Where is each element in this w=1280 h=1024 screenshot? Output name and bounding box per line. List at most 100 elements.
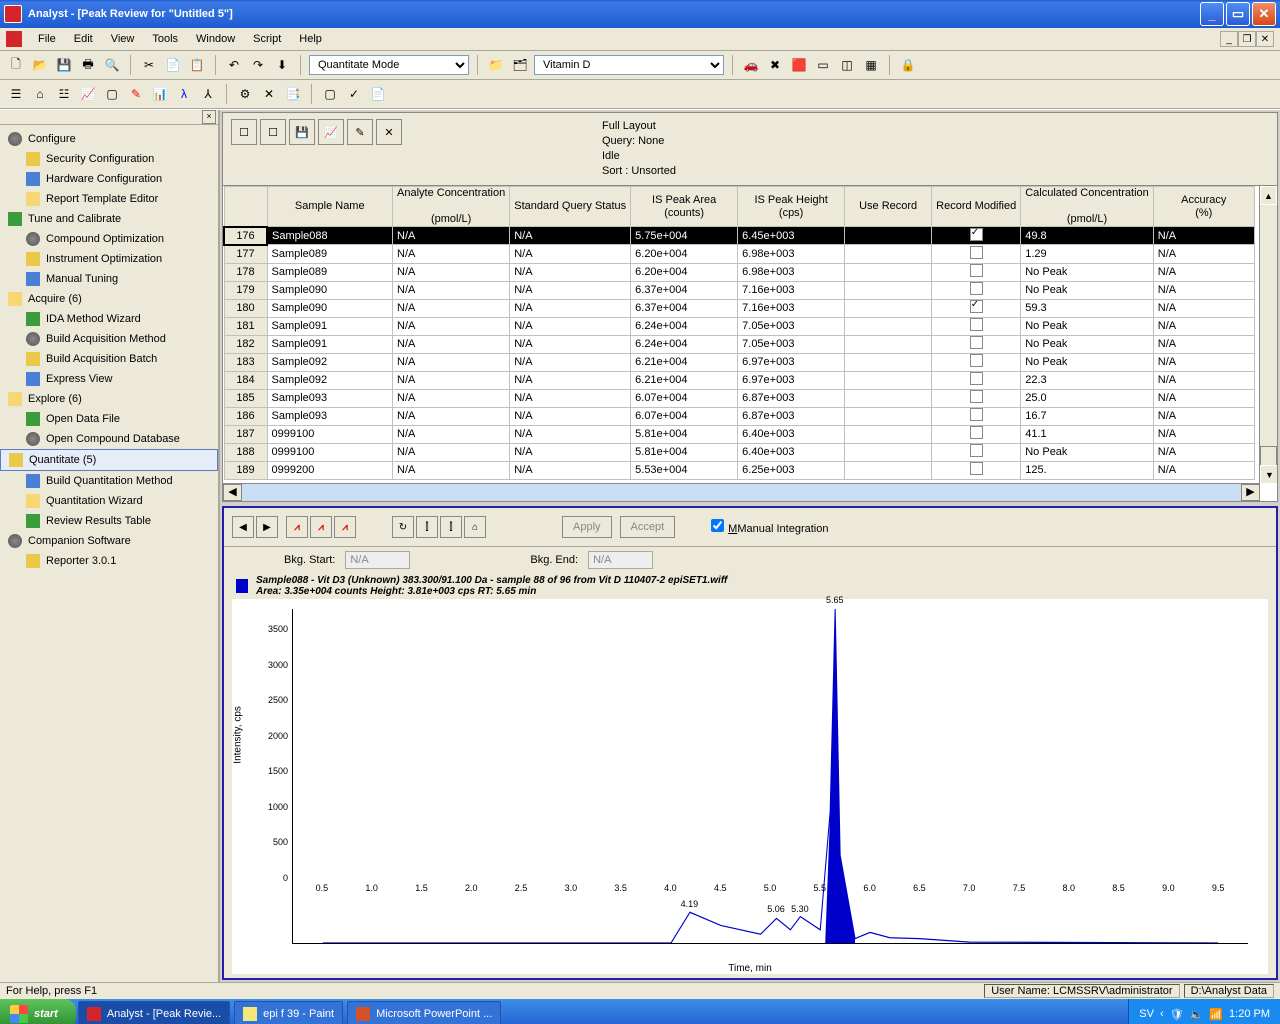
sb-btn9-icon[interactable]: ⅄ xyxy=(198,84,218,104)
tray-shield-icon[interactable]: 🛡 xyxy=(1170,1008,1184,1021)
system-tray[interactable]: SV ‹ 🛡 🔈 📶 1:20 PM xyxy=(1128,999,1280,1024)
preview-icon[interactable]: 🔍 xyxy=(102,55,122,75)
sidebar-item-quantitate-5-[interactable]: Quantitate (5) xyxy=(0,449,218,471)
redo-icon[interactable]: ↷ xyxy=(248,55,268,75)
mdi-minimize-button[interactable]: _ xyxy=(1220,31,1238,47)
record-modified-checkbox[interactable] xyxy=(970,300,983,313)
col-header[interactable] xyxy=(224,187,267,227)
col-header[interactable]: Standard Query Status xyxy=(510,187,631,227)
new-icon[interactable]: 🗋 xyxy=(6,55,26,75)
record-modified-checkbox[interactable] xyxy=(970,336,983,349)
record-modified-checkbox[interactable] xyxy=(970,372,983,385)
sb-btn8-icon[interactable]: λ xyxy=(174,84,194,104)
table-row[interactable]: 1880999100N/AN/A5.81e+0046.40e+003No Pea… xyxy=(224,443,1254,461)
table-row[interactable]: 185Sample093N/AN/A6.07e+0046.87e+00325.0… xyxy=(224,389,1254,407)
record-modified-checkbox[interactable] xyxy=(970,318,983,331)
apply-button[interactable]: Apply xyxy=(562,516,612,538)
record-modified-checkbox[interactable] xyxy=(970,354,983,367)
sidebar-item-open-data-file[interactable]: Open Data File xyxy=(0,409,218,429)
sidebar-item-build-acquisition-batch[interactable]: Build Acquisition Batch xyxy=(0,349,218,369)
vertical-scrollbar[interactable]: ▲ ▼ xyxy=(1259,186,1277,484)
save-icon[interactable]: 💾 xyxy=(54,55,74,75)
window-maximize-button[interactable]: ▭ xyxy=(1226,2,1250,26)
record-modified-checkbox[interactable] xyxy=(970,390,983,403)
table-row[interactable]: 181Sample091N/AN/A6.24e+0047.05e+003No P… xyxy=(224,317,1254,335)
peak3-icon[interactable]: ⩘ xyxy=(334,516,356,538)
col-header[interactable]: Analyte Concentration(pmol/L) xyxy=(393,187,510,227)
record-modified-checkbox[interactable] xyxy=(970,282,983,295)
col-header[interactable]: Accuracy(%) xyxy=(1153,187,1254,227)
pane-btn5-icon[interactable]: ✎ xyxy=(347,119,373,145)
pane-btn6-icon[interactable]: ✕ xyxy=(376,119,402,145)
table-row[interactable]: 176Sample088N/AN/A5.75e+0046.45e+00349.8… xyxy=(224,227,1254,245)
table-row[interactable]: 179Sample090N/AN/A6.37e+0047.16e+003No P… xyxy=(224,281,1254,299)
open-icon[interactable]: 📂 xyxy=(30,55,50,75)
sb-btn4-icon[interactable]: 📈 xyxy=(78,84,98,104)
project-select[interactable]: Vitamin D xyxy=(534,55,724,75)
record-modified-checkbox[interactable] xyxy=(970,228,983,241)
sidebar-item-reporter-3-0-1[interactable]: Reporter 3.0.1 xyxy=(0,551,218,571)
menu-script[interactable]: Script xyxy=(245,31,289,47)
mdi-close-button[interactable]: ✕ xyxy=(1256,31,1274,47)
table-row[interactable]: 182Sample091N/AN/A6.24e+0047.05e+003No P… xyxy=(224,335,1254,353)
sb-btn11-icon[interactable]: ✕ xyxy=(259,84,279,104)
bkg-end-input[interactable] xyxy=(588,551,653,569)
table-row[interactable]: 178Sample089N/AN/A6.20e+0046.98e+003No P… xyxy=(224,263,1254,281)
lock-icon[interactable]: 🔒 xyxy=(898,55,918,75)
sb-btn3-icon[interactable]: ☳ xyxy=(54,84,74,104)
tray-lang[interactable]: SV xyxy=(1139,1008,1154,1020)
folder-copy-icon[interactable]: 🗂 xyxy=(510,55,530,75)
menu-window[interactable]: Window xyxy=(188,31,243,47)
sidebar-item-acquire-6-[interactable]: Acquire (6) xyxy=(0,289,218,309)
start-button[interactable]: start xyxy=(0,999,76,1024)
col-header[interactable]: Sample Name xyxy=(267,187,393,227)
window-minimize-button[interactable]: _ xyxy=(1200,2,1224,26)
horizontal-scrollbar[interactable]: ◀ ▶ xyxy=(223,483,1260,501)
prev-peak-button[interactable]: ◀ xyxy=(232,516,254,538)
sidebar-item-ida-method-wizard[interactable]: IDA Method Wizard xyxy=(0,309,218,329)
sidebar-item-build-quantitation-method[interactable]: Build Quantitation Method xyxy=(0,471,218,491)
menu-help[interactable]: Help xyxy=(291,31,330,47)
sidebar-item-express-view[interactable]: Express View xyxy=(0,369,218,389)
mode-select[interactable]: Quantitate Mode xyxy=(309,55,469,75)
tool1-icon[interactable]: 🚗 xyxy=(741,55,761,75)
cut-icon[interactable]: ✂ xyxy=(139,55,159,75)
sidebar-close-button[interactable]: × xyxy=(202,110,216,124)
table-row[interactable]: 177Sample089N/AN/A6.20e+0046.98e+0031.29… xyxy=(224,245,1254,264)
col-header[interactable]: Calculated Concentration(pmol/L) xyxy=(1021,187,1154,227)
table-row[interactable]: 184Sample092N/AN/A6.21e+0046.97e+00322.3… xyxy=(224,371,1254,389)
menu-file[interactable]: File xyxy=(30,31,64,47)
tool4-icon[interactable]: ▭ xyxy=(813,55,833,75)
sb-btn6-icon[interactable]: ✎ xyxy=(126,84,146,104)
peak2-icon[interactable]: ⩘ xyxy=(310,516,332,538)
record-modified-checkbox[interactable] xyxy=(970,462,983,475)
col-header[interactable]: IS Peak Area(counts) xyxy=(631,187,738,227)
sb-btn13-icon[interactable]: ▢ xyxy=(320,84,340,104)
scroll-up-button[interactable]: ▲ xyxy=(1260,186,1277,205)
menu-tools[interactable]: Tools xyxy=(144,31,186,47)
sb-btn12-icon[interactable]: 📑 xyxy=(283,84,303,104)
pane-btn4-icon[interactable]: 📈 xyxy=(318,119,344,145)
table-row[interactable]: 1870999100N/AN/A5.81e+0046.40e+00341.1N/… xyxy=(224,425,1254,443)
next-peak-button[interactable]: ▶ xyxy=(256,516,278,538)
sb-btn1-icon[interactable]: ☰ xyxy=(6,84,26,104)
sidebar-item-build-acquisition-method[interactable]: Build Acquisition Method xyxy=(0,329,218,349)
table-row[interactable]: 1890999200N/AN/A5.53e+0046.25e+003125.N/… xyxy=(224,461,1254,479)
sidebar-item-report-template-editor[interactable]: Report Template Editor xyxy=(0,189,218,209)
tray-net-icon[interactable]: 📶 xyxy=(1209,1008,1223,1021)
sb-btn5-icon[interactable]: ▢ xyxy=(102,84,122,104)
menu-view[interactable]: View xyxy=(103,31,143,47)
sidebar-item-quantitation-wizard[interactable]: Quantitation Wizard xyxy=(0,491,218,511)
undo-icon[interactable]: ↶ xyxy=(224,55,244,75)
tool2-icon[interactable]: ✖ xyxy=(765,55,785,75)
home-icon[interactable]: ⌂ xyxy=(464,516,486,538)
scroll-down-button[interactable]: ▼ xyxy=(1260,465,1277,484)
record-modified-checkbox[interactable] xyxy=(970,246,983,259)
sb-btn14-icon[interactable]: ✓ xyxy=(344,84,364,104)
tray-volume-icon[interactable]: 🔈 xyxy=(1190,1008,1204,1021)
table-row[interactable]: 180Sample090N/AN/A6.37e+0047.16e+00359.3… xyxy=(224,299,1254,317)
sidebar-item-hardware-configuration[interactable]: Hardware Configuration xyxy=(0,169,218,189)
sb-btn10-icon[interactable]: ⚙ xyxy=(235,84,255,104)
sidebar-item-open-compound-database[interactable]: Open Compound Database xyxy=(0,429,218,449)
sb-btn7-icon[interactable]: 📊 xyxy=(150,84,170,104)
